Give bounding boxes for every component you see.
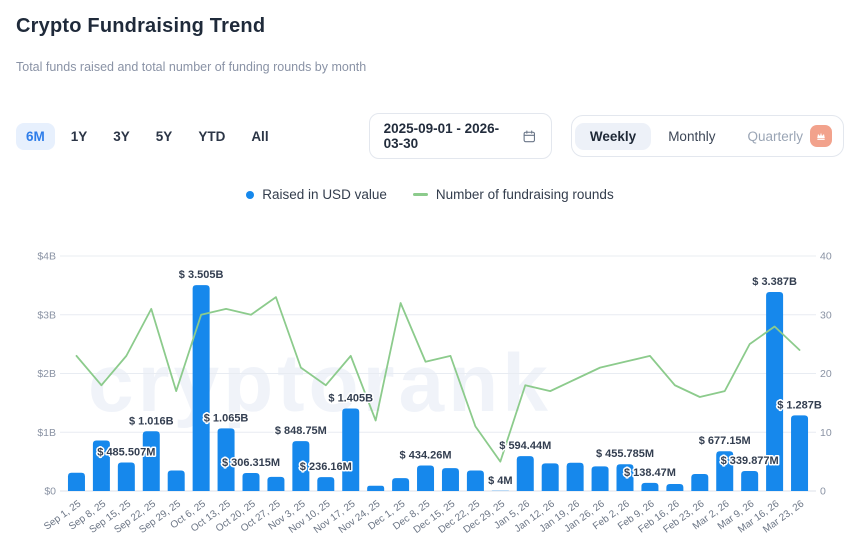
fundraising-chart[interactable]: $0 0 $1B 10 $2B 20 $3B 30 $4B 40 $ 485.507M $ 1.016… bbox=[0, 239, 860, 556]
legend-dot-marker bbox=[246, 191, 254, 199]
right-axis-tick: 30 bbox=[820, 309, 832, 321]
left-axis-tick: $3B bbox=[37, 309, 56, 321]
bar-Jan 19, 26[interactable] bbox=[567, 463, 584, 491]
bar-value-label: $ 1.287B bbox=[777, 399, 822, 411]
bar-Jan 5, 26[interactable] bbox=[517, 456, 534, 491]
interval-option-quarterly[interactable]: Quarterly bbox=[732, 119, 840, 153]
date-range-picker[interactable]: 2025-09-01 - 2026-03-30 bbox=[369, 113, 552, 159]
crypto-fundraising-panel: Crypto Fundraising Trend Total funds rai… bbox=[0, 14, 860, 202]
bar-Jan 12, 26[interactable] bbox=[542, 463, 559, 491]
range-option-3y[interactable]: 3Y bbox=[103, 123, 140, 150]
interval-option-label: Weekly bbox=[590, 129, 636, 144]
interval-option-label: Quarterly bbox=[747, 129, 803, 144]
bar-Nov 24, 25[interactable] bbox=[367, 486, 384, 491]
bar-Nov 17, 25[interactable] bbox=[342, 408, 359, 491]
bar-value-label: $ 1.405B bbox=[328, 392, 373, 404]
legend-item-rounds[interactable]: Number of fundraising rounds bbox=[413, 187, 614, 202]
calendar-icon bbox=[522, 128, 537, 145]
bar-value-label: $ 1.065B bbox=[204, 412, 249, 424]
left-axis-tick: $4B bbox=[37, 251, 56, 263]
left-axis-tick: $2B bbox=[37, 368, 56, 380]
bar-Feb 9, 26[interactable] bbox=[641, 483, 658, 491]
interval-option-label: Monthly bbox=[668, 129, 715, 144]
bar-Nov 10, 25[interactable] bbox=[317, 477, 334, 491]
bar-value-label: $ 848.75M bbox=[275, 425, 327, 437]
bar-value-label: $ 4M bbox=[488, 475, 512, 487]
bar-value-label: $ 339.877M bbox=[721, 455, 779, 467]
right-axis-tick: 40 bbox=[820, 251, 832, 263]
bar-Mar 23, 26[interactable] bbox=[791, 415, 808, 491]
bar-Dec 1, 25[interactable] bbox=[392, 478, 409, 491]
bar-Mar 9, 26[interactable] bbox=[741, 471, 758, 491]
bar-Dec 22, 25[interactable] bbox=[467, 470, 484, 491]
right-axis-tick: 10 bbox=[820, 427, 832, 439]
crown-icon bbox=[815, 130, 827, 142]
range-option-1y[interactable]: 1Y bbox=[61, 123, 98, 150]
bar-Jan 26, 26[interactable] bbox=[592, 466, 609, 491]
bar-Feb 23, 26[interactable] bbox=[691, 474, 708, 491]
range-option-5y[interactable]: 5Y bbox=[146, 123, 183, 150]
bar-Feb 16, 26[interactable] bbox=[666, 484, 683, 491]
right-axis-tick: 20 bbox=[820, 368, 832, 380]
range-option-6m[interactable]: 6M bbox=[16, 123, 55, 150]
bar-value-label: $ 3.505B bbox=[179, 269, 224, 281]
chart-area: cryptorank $00$1B10$2B20$3B30$4B40$ 485.… bbox=[0, 239, 860, 556]
legend-item-raised[interactable]: Raised in USD value bbox=[246, 187, 387, 202]
legend-label: Raised in USD value bbox=[262, 187, 387, 202]
bar-value-label: $ 455.785M bbox=[596, 448, 654, 460]
range-selector: 6M1Y3Y5YYTDAll bbox=[16, 123, 279, 150]
bar-value-label: $ 485.507M bbox=[97, 446, 155, 458]
left-axis-tick: $1B bbox=[37, 427, 56, 439]
bar-value-label: $ 677.15M bbox=[699, 435, 751, 447]
date-range-value: 2025-09-01 - 2026-03-30 bbox=[384, 121, 513, 151]
bar-Sep 29, 25[interactable] bbox=[168, 470, 185, 491]
left-axis-tick: $0 bbox=[44, 486, 56, 498]
page-title: Crypto Fundraising Trend bbox=[16, 14, 844, 38]
bar-value-label: $ 1.016B bbox=[129, 415, 174, 427]
bar-value-label: $ 3.387B bbox=[752, 276, 797, 288]
bar-value-label: $ 236.16M bbox=[300, 461, 352, 473]
bar-Sep 22, 25[interactable] bbox=[143, 431, 160, 491]
bar-value-label: $ 306.315M bbox=[222, 457, 280, 469]
bar-value-label: $ 594.44M bbox=[499, 440, 551, 452]
controls-row: 6M1Y3Y5YYTDAll 2025-09-01 - 2026-03-30 W… bbox=[16, 120, 844, 152]
legend-line-marker bbox=[413, 193, 428, 196]
right-axis-tick: 0 bbox=[820, 486, 826, 498]
interval-selector: Weekly Monthly Quarterly bbox=[571, 115, 844, 157]
bar-value-label: $ 138.47M bbox=[624, 467, 676, 479]
rounds-line bbox=[76, 297, 799, 462]
legend-label: Number of fundraising rounds bbox=[436, 187, 614, 202]
chart-legend: Raised in USD value Number of fundraising… bbox=[16, 187, 844, 202]
interval-option-monthly[interactable]: Monthly bbox=[653, 123, 730, 150]
bar-Oct 27, 25[interactable] bbox=[267, 477, 284, 491]
bar-Dec 15, 25[interactable] bbox=[442, 468, 459, 491]
range-option-all[interactable]: All bbox=[241, 123, 278, 150]
bar-Sep 15, 25[interactable] bbox=[118, 462, 135, 491]
premium-badge bbox=[810, 125, 832, 147]
range-option-ytd[interactable]: YTD bbox=[188, 123, 235, 150]
bar-Sep 1, 25[interactable] bbox=[68, 473, 85, 491]
page-subtitle: Total funds raised and total number of f… bbox=[16, 60, 844, 74]
bar-Dec 8, 25[interactable] bbox=[417, 465, 434, 491]
interval-option-weekly[interactable]: Weekly bbox=[575, 123, 651, 150]
bar-Oct 20, 25[interactable] bbox=[243, 473, 260, 491]
bar-value-label: $ 434.26M bbox=[400, 449, 452, 461]
